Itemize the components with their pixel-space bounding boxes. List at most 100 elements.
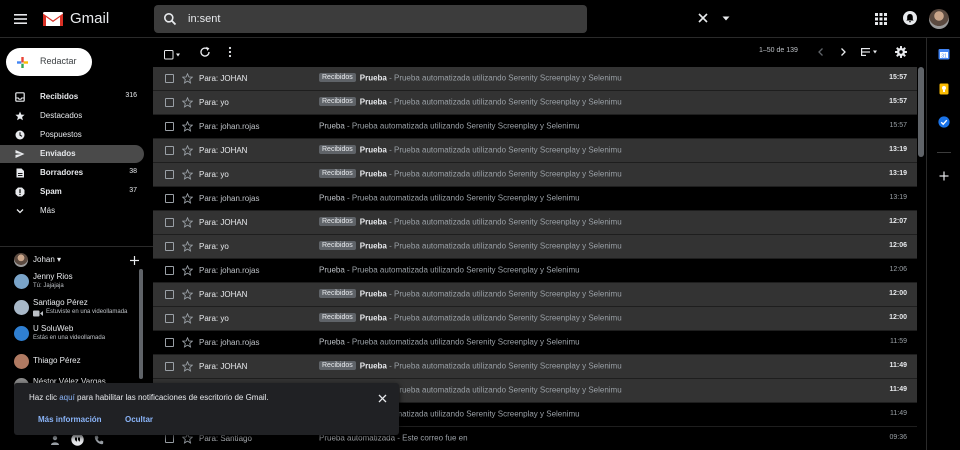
phone-icon[interactable] bbox=[94, 435, 104, 445]
search-icon[interactable] bbox=[163, 12, 177, 26]
settings-gear-icon[interactable] bbox=[895, 46, 907, 58]
email-row[interactable]: Para: JOHAN Recibidos Prueba - Prueba auto… bbox=[153, 67, 917, 91]
account-avatar[interactable] bbox=[929, 9, 949, 29]
label-chip[interactable]: Recibidos bbox=[319, 145, 356, 155]
email-row[interactable]: Para: johan.rojas Prueba - Prueba automat… bbox=[153, 259, 917, 283]
tasks-icon[interactable] bbox=[938, 116, 950, 128]
label-chip[interactable]: Recibidos bbox=[319, 169, 356, 179]
row-checkbox[interactable] bbox=[165, 266, 174, 275]
contact-item[interactable]: U SoluWeb Estás en una videollamada bbox=[0, 323, 140, 347]
keep-icon[interactable] bbox=[938, 83, 950, 95]
calendar-icon[interactable]: 31 bbox=[938, 48, 950, 60]
nav-item-inbox[interactable]: Recibidos 316 bbox=[0, 88, 144, 106]
star-icon[interactable] bbox=[182, 73, 193, 84]
get-addons-plus-icon[interactable] bbox=[938, 170, 950, 182]
label-chip[interactable]: Recibidos bbox=[319, 241, 356, 251]
more-info-button[interactable]: Más información bbox=[38, 415, 102, 424]
row-checkbox[interactable] bbox=[165, 170, 174, 179]
nav-item-snoozed[interactable]: Pospuestos bbox=[0, 126, 144, 144]
close-icon[interactable] bbox=[378, 394, 387, 403]
email-row[interactable]: Para: JOHAN Recibidos Prueba - Prueba auto… bbox=[153, 211, 917, 235]
email-row[interactable]: Para: yo RecibidosPrueba - Prueba automat… bbox=[153, 307, 917, 331]
nav-label: Borradores bbox=[40, 168, 84, 177]
star-icon[interactable] bbox=[182, 97, 193, 108]
refresh-icon[interactable] bbox=[199, 46, 211, 58]
email-row[interactable]: Para: JOHAN Recibidos Prueba - Prueba auto… bbox=[153, 355, 917, 379]
star-icon[interactable] bbox=[182, 217, 193, 228]
email-list-scrollbar[interactable] bbox=[918, 67, 924, 157]
row-checkbox[interactable] bbox=[165, 434, 174, 443]
nav-item-spam[interactable]: Spam 37 bbox=[0, 183, 144, 201]
contact-item[interactable]: Jenny Rios Tú: Jajajaja bbox=[0, 271, 140, 295]
select-all-checkbox[interactable] bbox=[164, 47, 182, 60]
label-chip[interactable]: Recibidos bbox=[319, 73, 356, 83]
gmail-logo-icon[interactable] bbox=[42, 10, 64, 28]
label-chip[interactable]: Recibidos bbox=[319, 313, 356, 323]
contact-item[interactable]: Santiago Pérez Estuviste en una videolla… bbox=[0, 297, 140, 321]
notifications-icon[interactable] bbox=[902, 10, 918, 26]
star-icon[interactable] bbox=[182, 169, 193, 180]
main-menu-icon[interactable] bbox=[12, 10, 30, 28]
search-bar bbox=[154, 5, 730, 33]
star-icon[interactable] bbox=[182, 121, 193, 132]
row-checkbox[interactable] bbox=[165, 338, 174, 347]
star-icon[interactable] bbox=[182, 313, 193, 324]
row-checkbox[interactable] bbox=[165, 98, 174, 107]
email-time: 13:19 bbox=[889, 194, 907, 201]
row-checkbox[interactable] bbox=[165, 290, 174, 299]
more-vert-icon[interactable] bbox=[224, 46, 236, 58]
star-icon[interactable] bbox=[182, 241, 193, 252]
star-icon[interactable] bbox=[182, 145, 193, 156]
search-input[interactable] bbox=[186, 5, 526, 33]
row-checkbox[interactable] bbox=[165, 218, 174, 227]
label-chip[interactable]: Recibidos bbox=[319, 361, 356, 371]
input-tools-icon[interactable] bbox=[860, 46, 880, 58]
email-subject: Prueba bbox=[359, 145, 387, 155]
star-icon[interactable] bbox=[182, 265, 193, 276]
contact-item[interactable]: Thiago Pérez bbox=[0, 351, 140, 375]
email-row[interactable]: Para: johan.rojas Prueba - Prueba automat… bbox=[153, 187, 917, 211]
person-icon[interactable] bbox=[50, 435, 60, 445]
nav-item-more[interactable]: Más bbox=[0, 202, 144, 220]
nav-item-drafts[interactable]: Borradores 38 bbox=[0, 164, 144, 182]
hangouts-user-name[interactable]: Johan ▾ bbox=[33, 255, 61, 264]
search-options-dropdown-icon[interactable] bbox=[719, 11, 733, 25]
email-row[interactable]: Para: yo RecibidosPrueba - Prueba automat… bbox=[153, 163, 917, 187]
email-subject-line: RecibidosPrueba - Prueba automatizada ut… bbox=[319, 169, 622, 179]
compose-button[interactable]: Redactar bbox=[6, 48, 92, 76]
hangouts-scrollbar[interactable] bbox=[139, 269, 143, 379]
enable-notifications-link[interactable]: aquí bbox=[59, 393, 75, 402]
chevron-left-icon[interactable] bbox=[815, 46, 827, 58]
email-row[interactable]: Para: JOHAN Recibidos Prueba - Prueba auto… bbox=[153, 283, 917, 307]
row-checkbox[interactable] bbox=[165, 314, 174, 323]
nav-item-sent[interactable]: Enviados bbox=[0, 145, 144, 163]
row-checkbox[interactable] bbox=[165, 194, 174, 203]
email-row[interactable]: Para: yo RecibidosPrueba - Prueba automat… bbox=[153, 91, 917, 115]
hide-button[interactable]: Ocultar bbox=[125, 415, 153, 424]
label-chip[interactable]: Recibidos bbox=[319, 289, 356, 299]
email-time: 12:00 bbox=[889, 314, 907, 321]
chevron-right-icon[interactable] bbox=[837, 46, 849, 58]
star-icon[interactable] bbox=[182, 337, 193, 348]
email-row[interactable]: Para: JOHAN Recibidos Prueba - Prueba auto… bbox=[153, 139, 917, 163]
row-checkbox[interactable] bbox=[165, 146, 174, 155]
label-chip[interactable]: Recibidos bbox=[319, 217, 356, 227]
email-row[interactable]: Para: johan.rojas Prueba - Prueba automat… bbox=[153, 115, 917, 139]
star-icon[interactable] bbox=[182, 289, 193, 300]
send-icon bbox=[15, 149, 25, 159]
email-row[interactable]: Para: yo RecibidosPrueba - Prueba automat… bbox=[153, 235, 917, 259]
nav-item-starred[interactable]: Destacados bbox=[0, 107, 144, 125]
email-row[interactable]: Para: johan.rojas Prueba - Prueba automat… bbox=[153, 331, 917, 355]
hangouts-user-avatar[interactable] bbox=[14, 253, 28, 267]
email-recipient: Para: JOHAN bbox=[199, 290, 248, 299]
google-apps-icon[interactable] bbox=[874, 12, 888, 26]
label-chip[interactable]: Recibidos bbox=[319, 97, 356, 107]
row-checkbox[interactable] bbox=[165, 242, 174, 251]
clear-search-icon[interactable] bbox=[696, 11, 710, 25]
row-checkbox[interactable] bbox=[165, 122, 174, 131]
row-checkbox[interactable] bbox=[165, 74, 174, 83]
star-icon[interactable] bbox=[182, 361, 193, 372]
new-conversation-icon[interactable] bbox=[130, 256, 139, 265]
star-icon[interactable] bbox=[182, 193, 193, 204]
row-checkbox[interactable] bbox=[165, 362, 174, 371]
